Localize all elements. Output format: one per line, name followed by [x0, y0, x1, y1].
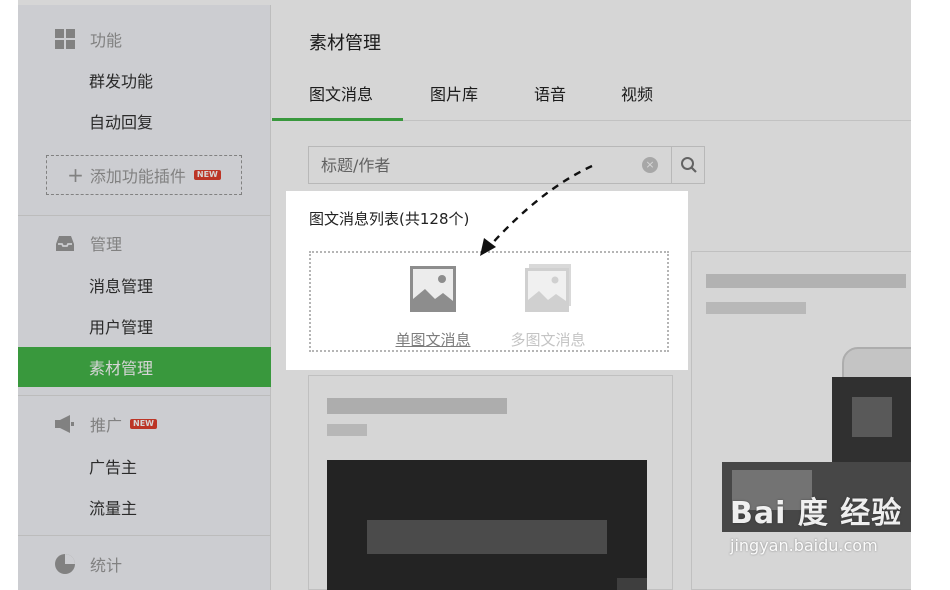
- watermark-url: jingyan.baidu.com: [730, 536, 878, 555]
- single-image-icon: [410, 266, 456, 312]
- article-list-title: 图文消息列表(共128个): [309, 210, 470, 228]
- create-single-article-button[interactable]: 单图文消息: [383, 265, 483, 349]
- single-article-label: 单图文消息: [395, 331, 471, 349]
- edge-margin: [0, 0, 18, 590]
- multi-image-icon: [525, 264, 571, 312]
- multi-article-label: 多图文消息: [510, 331, 586, 349]
- create-article-box: 单图文消息 多图文消息: [309, 251, 669, 352]
- edge-margin: [911, 0, 950, 590]
- watermark-logo: Bai 度 经验: [730, 496, 903, 531]
- create-multi-article-button[interactable]: 多图文消息: [498, 264, 598, 349]
- watermark: Bai 度 经验 jingyan.baidu.com: [730, 488, 910, 568]
- highlight-panel: 图文消息列表(共128个) 单图文消息 多图文消息: [286, 191, 688, 370]
